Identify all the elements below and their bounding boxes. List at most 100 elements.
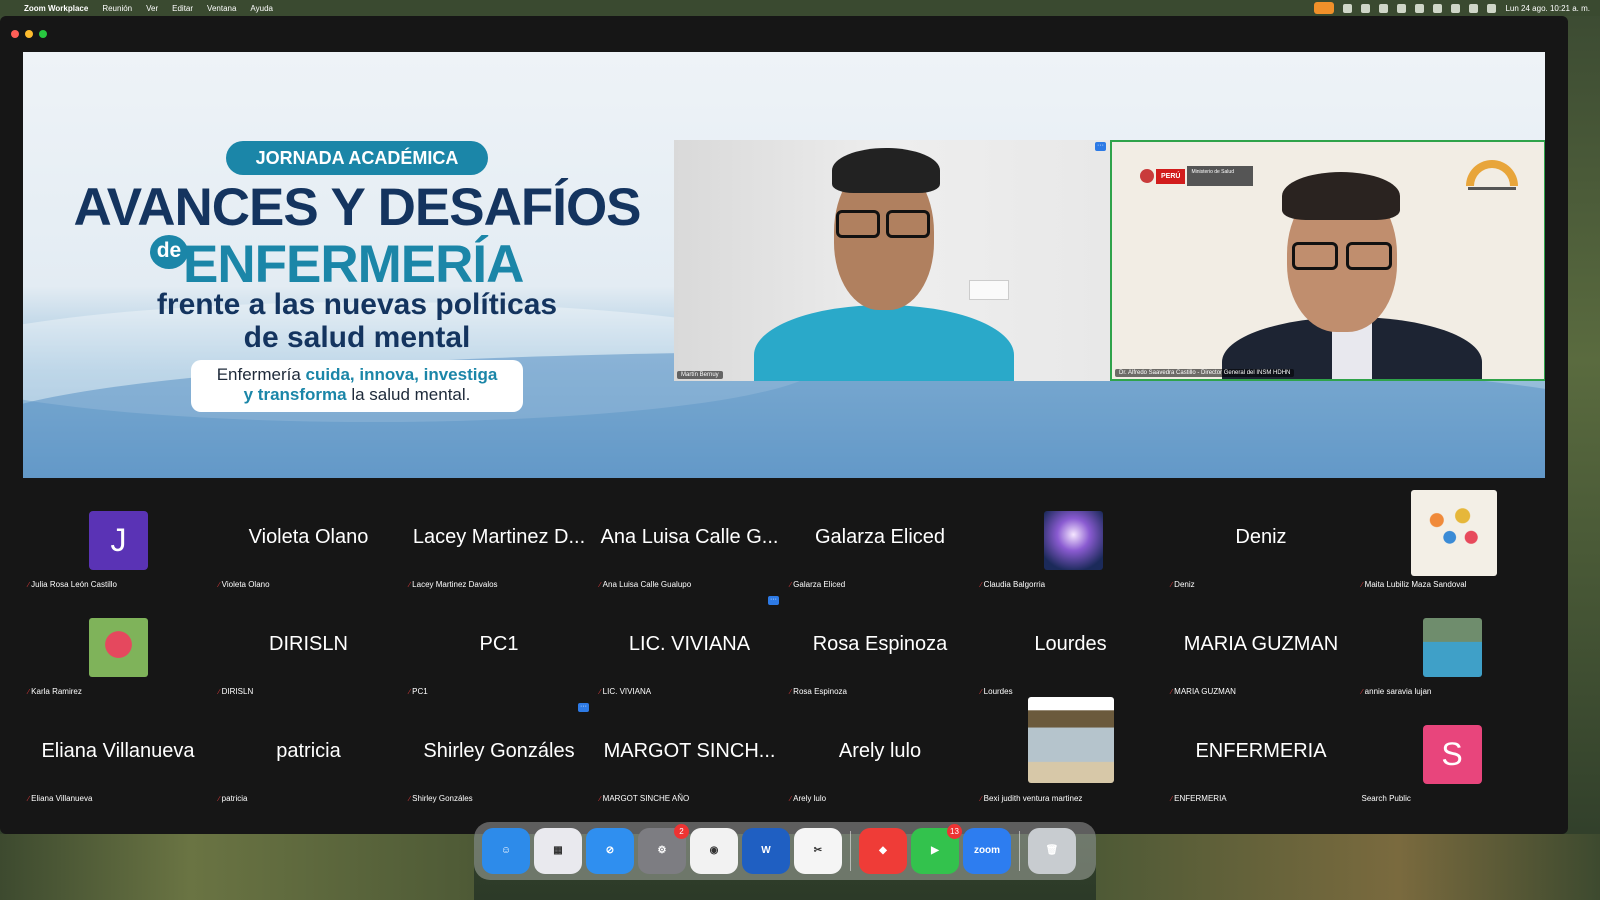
participant-name-label: ⁄ Lacey Martinez Davalos <box>409 580 498 589</box>
participant-tile[interactable]: J ⁄ Julia Rosa León Castillo <box>23 485 213 592</box>
menu-reunion[interactable]: Reunión <box>102 4 132 13</box>
participant-name-label: ⁄ Bexi judith ventura martinez <box>981 794 1083 803</box>
speaker-video-1[interactable]: Martín Bernuy <box>674 140 1110 381</box>
muted-mic-icon: ⁄ <box>1361 582 1363 589</box>
glasses-2-left <box>1292 242 1338 270</box>
participant-name-text: LIC. VIVIANA <box>602 687 652 696</box>
dock-anydesk-icon[interactable]: ◆ <box>859 828 907 874</box>
participant-avatar: S <box>1422 725 1482 784</box>
focus-icon[interactable] <box>1415 3 1425 13</box>
app-menu[interactable]: Zoom Workplace <box>24 4 88 13</box>
muted-mic-icon: ⁄ <box>1171 582 1173 589</box>
dock-chrome-icon[interactable]: ◉ <box>690 828 738 874</box>
recording-status-icon[interactable] <box>1314 2 1335 14</box>
muted-mic-icon: ⁄ <box>599 689 601 696</box>
participant-tile[interactable]: LIC. VIVIANA ⁄ LIC. VIVIANA <box>595 592 785 699</box>
display-icon[interactable] <box>1361 3 1371 13</box>
participant-tile[interactable]: ⁄ Karla Ramirez <box>23 592 213 699</box>
dock-launchpad-icon[interactable]: ▦ <box>534 828 582 874</box>
wifi-icon[interactable] <box>1433 3 1443 13</box>
zoom-window-button[interactable] <box>39 30 47 38</box>
menu-editar[interactable]: Editar <box>172 4 193 13</box>
participant-tile[interactable]: S Search Public <box>1357 699 1547 806</box>
siri-icon[interactable] <box>1487 3 1497 13</box>
minimize-window-button[interactable] <box>25 30 33 38</box>
peru-crest-icon <box>1140 169 1154 183</box>
muted-mic-icon: ⁄ <box>599 582 601 589</box>
gallery-more-button-2[interactable]: ··· <box>578 703 589 712</box>
muted-mic-icon: ⁄ <box>980 689 982 696</box>
dock-zoom-icon[interactable]: zoom <box>963 828 1011 874</box>
participant-tile[interactable]: Eliana Villanueva ⁄ Eliana Villanueva <box>23 699 213 806</box>
banner-subtitle-line1: frente a las nuevas políticas <box>156 288 558 321</box>
participant-tile[interactable]: Violeta Olano ⁄ Violeta Olano <box>214 485 404 592</box>
extension-icon[interactable] <box>1343 3 1353 13</box>
dock-finder-icon[interactable]: ☺ <box>482 828 530 874</box>
dock-facetime-icon[interactable]: ▶ 13 <box>911 824 962 874</box>
search-icon[interactable] <box>1451 3 1461 13</box>
dock-capcut-icon[interactable]: ✂ <box>794 828 842 874</box>
glasses-right <box>886 210 930 238</box>
participant-name-label: ⁄ Lourdes <box>981 687 1013 696</box>
menu-ver[interactable]: Ver <box>146 4 158 13</box>
participant-name-text: Deniz <box>1174 580 1195 589</box>
menu-ayuda[interactable]: Ayuda <box>250 4 273 13</box>
participant-name-text: Eliana Villanueva <box>31 794 93 803</box>
participant-name-label: ⁄ DIRISLN <box>219 687 254 696</box>
dock-system-settings-icon[interactable]: ⚙ 2 <box>638 824 689 874</box>
speaker-1-name: Martín Bernuy <box>677 371 723 379</box>
menu-ventana[interactable]: Ventana <box>207 4 236 13</box>
participant-name-label: ⁄ MARGOT SINCHE AÑO <box>600 794 690 803</box>
participant-photo-pool <box>1422 618 1482 677</box>
participant-name-label: ⁄ Julia Rosa León Castillo <box>28 580 117 589</box>
participant-name-label: Search Public <box>1362 794 1411 803</box>
dock-word-icon[interactable]: W <box>742 828 790 874</box>
banner-tagline: Enfermería cuida, innova, investiga y tr… <box>191 360 523 412</box>
participant-tile[interactable]: Arely lulo ⁄ Arely lulo <box>785 699 975 806</box>
macos-dock: ☺ ▦ ⊘ ⚙ 2 ◉ W ✂ ◆ ▶ 13 zoom 🗑 <box>474 822 1096 880</box>
dock-separator <box>850 831 851 871</box>
participant-tile[interactable]: PC1 ⁄ PC1 <box>404 592 594 699</box>
participant-name-text: Karla Ramirez <box>31 687 82 696</box>
participant-tile[interactable]: Deniz ⁄ Deniz <box>1166 485 1356 592</box>
participant-tile[interactable]: Lacey Martinez D... ⁄ Lacey Martinez Daval… <box>404 485 594 592</box>
participant-tile[interactable]: Rosa Espinoza ⁄ Rosa Espinoza <box>785 592 975 699</box>
close-window-button[interactable] <box>11 30 19 38</box>
participant-tile[interactable]: ⁄ Claudia Balgorria <box>976 485 1166 592</box>
speaker-video-2[interactable]: PERÚ Ministerio de Salud Dr. Alfredo Saa… <box>1110 140 1545 381</box>
participant-tile[interactable]: ⁄ Bexi judith ventura martinez <box>976 697 1166 806</box>
gallery-more-button-1[interactable]: ··· <box>768 596 779 605</box>
participant-tile[interactable]: MARGOT SINCH... ⁄ MARGOT SINCHE AÑO <box>595 699 785 806</box>
headphones-icon[interactable] <box>1379 3 1389 13</box>
participant-name-label: ⁄ annie saravia lujan <box>1362 687 1432 696</box>
control-center-icon[interactable] <box>1469 3 1479 13</box>
muted-mic-icon: ⁄ <box>790 582 792 589</box>
participant-tile[interactable]: Lourdes ⁄ Lourdes <box>976 592 1166 699</box>
participant-name-label: ⁄ Arely lulo <box>790 794 826 803</box>
participant-name-label: ⁄ Maita Lubiliz Maza Sandoval <box>1362 580 1467 589</box>
participant-tile[interactable]: patricia ⁄ patricia <box>214 699 404 806</box>
participant-tile[interactable]: ⁄ annie saravia lujan <box>1357 592 1547 699</box>
menubar-clock[interactable]: Lun 24 ago. 10:21 a. m. <box>1505 4 1590 13</box>
dock-safari-icon[interactable]: ⊘ <box>586 828 634 874</box>
participant-name-label: ⁄ Ana Luisa Calle Gualupo <box>600 580 692 589</box>
participant-display-name: ENFERMERIA <box>1195 740 1327 762</box>
participant-tile[interactable]: ⁄ Maita Lubiliz Maza Sandoval <box>1357 485 1547 592</box>
speaker-2-name: Dr. Alfredo Saavedra Castillo - Director… <box>1115 369 1295 377</box>
participant-tile[interactable]: DIRISLN ⁄ DIRISLN <box>214 592 404 699</box>
bluetooth-icon[interactable] <box>1397 3 1407 13</box>
participant-display-name: LIC. VIVIANA <box>628 633 751 655</box>
participant-name-text: Galarza Eliced <box>793 580 846 589</box>
notification-badge: 2 <box>674 824 689 839</box>
speaker-1-more-button[interactable]: ··· <box>1095 142 1106 151</box>
zoom-meeting-window: JORNADA ACADÉMICA AVANCES Y DESAFÍOS de … <box>0 16 1568 834</box>
participant-display-name: Ana Luisa Calle G... <box>600 526 779 548</box>
participant-tile[interactable]: Ana Luisa Calle G... ⁄ Ana Luisa Calle Gua… <box>595 485 785 592</box>
dock-trash-icon[interactable]: 🗑 <box>1028 828 1076 874</box>
participant-tile[interactable]: Shirley Gonzáles ⁄ Shirley Gonzáles <box>404 699 594 806</box>
participant-name-text: Ana Luisa Calle Gualupo <box>602 580 692 589</box>
participant-display-name: Arely lulo <box>838 740 922 762</box>
participant-tile[interactable]: MARIA GUZMAN ⁄ MARIA GUZMAN <box>1166 592 1356 699</box>
participant-tile[interactable]: ENFERMERIA ⁄ ENFERMERIA <box>1166 699 1356 806</box>
participant-tile[interactable]: Galarza Eliced ⁄ Galarza Eliced <box>785 485 975 592</box>
